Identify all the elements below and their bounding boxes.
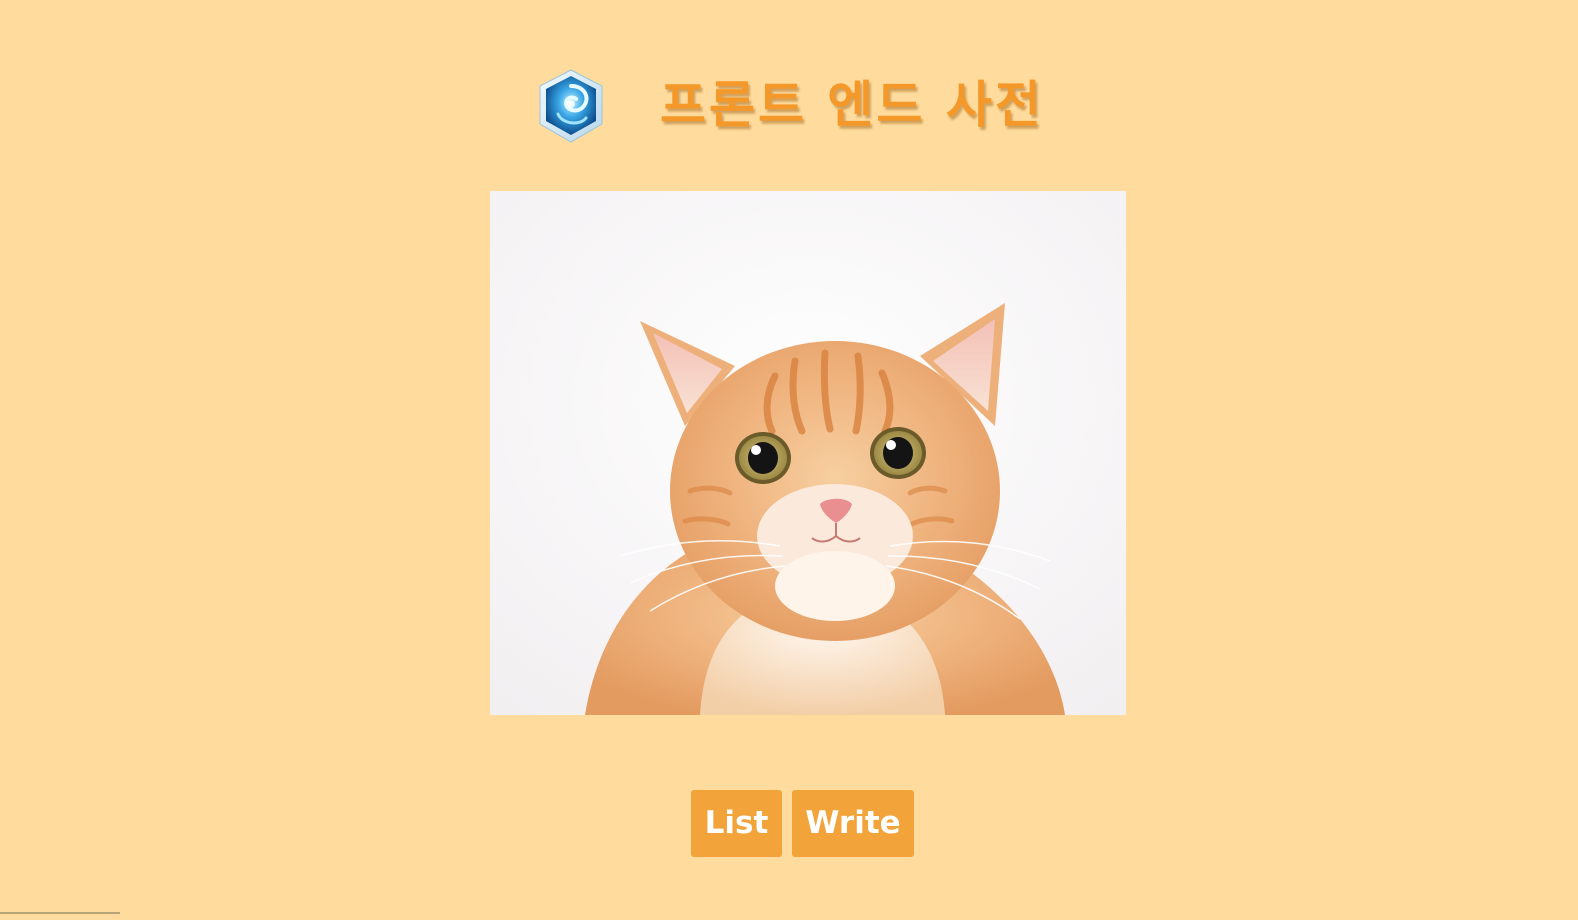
page-title: 프론트 엔드 사전 xyxy=(660,75,1044,134)
action-buttons: List Write xyxy=(691,790,914,857)
write-button[interactable]: Write xyxy=(792,790,914,857)
site-header: 프론트 엔드 사전 xyxy=(536,62,1056,148)
crystal-swirl-logo-icon[interactable] xyxy=(536,68,606,144)
divider xyxy=(0,912,120,914)
page: 프론트 엔드 사전 List Write xyxy=(0,0,1578,920)
list-button[interactable]: List xyxy=(691,790,782,857)
cat-photo xyxy=(490,191,1126,715)
